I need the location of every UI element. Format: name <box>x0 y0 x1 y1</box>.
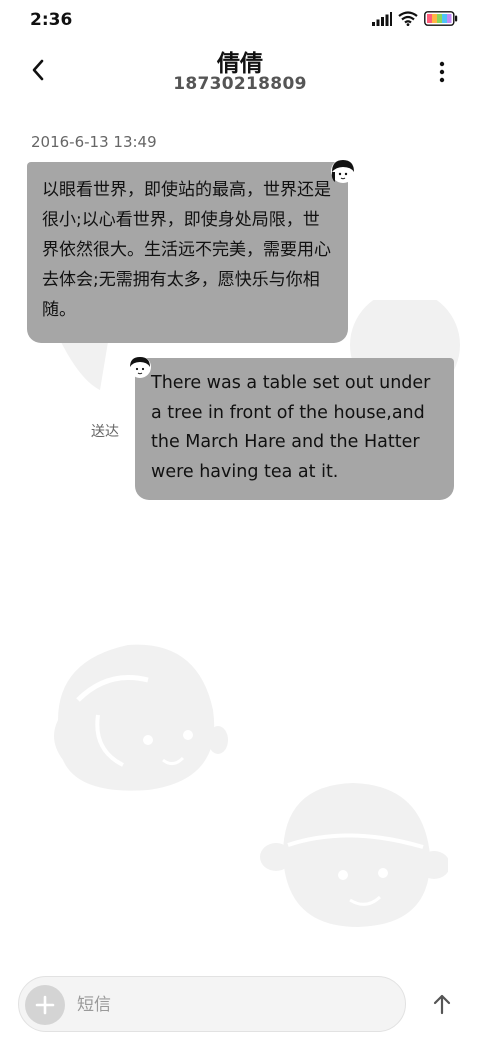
message-input[interactable] <box>77 989 377 1021</box>
send-button[interactable] <box>424 986 460 1022</box>
user-avatar-icon[interactable] <box>128 355 152 379</box>
message-timestamp: 2016-6-13 13:49 <box>31 133 157 151</box>
delivery-status: 送达 <box>91 424 119 440</box>
add-attachment-button[interactable] <box>25 985 65 1025</box>
doodle-girl-face-icon <box>54 644 228 791</box>
contact-name: 倩倩 <box>217 51 263 77</box>
contact-avatar-icon[interactable] <box>330 158 356 184</box>
message-composer <box>18 976 406 1032</box>
status-bar: 2:36 <box>0 0 480 40</box>
wifi-icon <box>398 11 418 30</box>
status-icons <box>372 11 458 30</box>
send-arrow-icon[interactable] <box>432 993 452 1015</box>
contact-number: 18730218809 <box>173 74 307 94</box>
signal-icon <box>372 11 392 30</box>
battery-icon <box>424 11 458 30</box>
more-vertical-icon[interactable] <box>438 60 446 84</box>
plus-icon[interactable] <box>35 995 55 1015</box>
incoming-message-bubble[interactable]: 以眼看世界，即使站的最高，世界还是很小;以心看世界，即使身处局限，世界依然很大。… <box>27 162 348 343</box>
outgoing-message-bubble[interactable]: There was a table set out under a tree i… <box>135 358 454 500</box>
conversation-header: 倩倩 18730218809 <box>0 40 480 110</box>
more-options-button[interactable] <box>424 54 460 90</box>
doodle-boy-face-icon <box>260 783 448 927</box>
status-time: 2:36 <box>30 10 73 30</box>
